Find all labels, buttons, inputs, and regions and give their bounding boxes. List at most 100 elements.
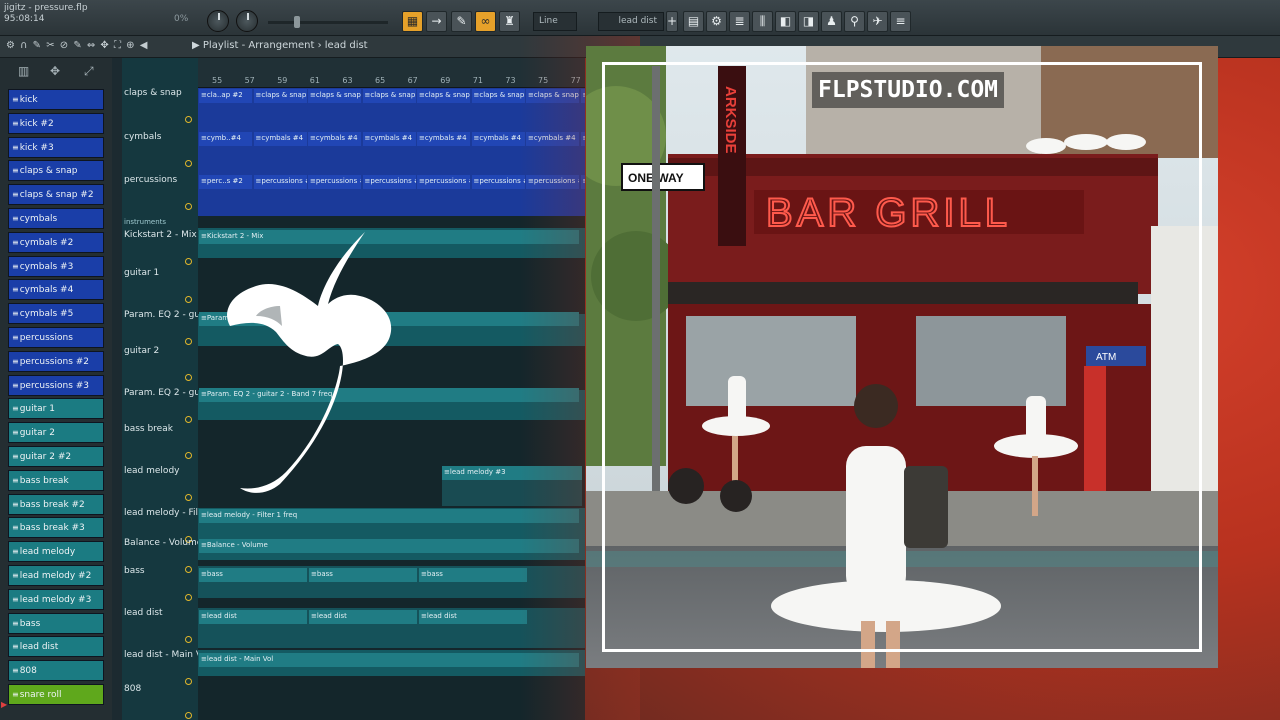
track-power-dot[interactable] [185,636,192,643]
pattern-item[interactable]: cymbals #2 [8,231,104,253]
track-power-dot[interactable] [185,296,192,303]
snap-mode-dropdown[interactable]: Line [533,12,577,31]
move-tool-icon[interactable]: ✥ [50,64,60,78]
help-icon[interactable]: ♟ [821,11,842,32]
playlist-tool-icons[interactable]: ⚙ ∩ ✎ ✂ ⊘ ✎ ⇔ ✥ ⛶ ⊕ ◀ [6,40,148,51]
playlist-clip[interactable]: lead dist [419,610,527,624]
pattern-item[interactable]: bass break #2 [8,493,104,515]
master-volume-knob[interactable] [207,10,229,32]
pattern-item[interactable]: percussions [8,327,104,348]
pattern-item[interactable]: guitar 1 [8,398,104,420]
slider-thumb[interactable] [294,16,300,28]
playlist-clip[interactable]: percussions #2 [308,175,361,189]
link-icon[interactable]: ∞ [475,11,496,32]
track-power-dot[interactable] [185,160,192,167]
pattern-item[interactable]: guitar 2 [8,422,104,444]
playlist-clip[interactable]: lead dist [309,610,417,624]
pencil-icon[interactable]: ✎ [451,11,472,32]
track-label[interactable]: 808 [124,684,198,694]
playlist-clip[interactable]: perc..s #2 [199,175,252,189]
pattern-item[interactable]: bass break [8,469,104,491]
track-label[interactable]: Kickstart 2 - Mix [124,230,198,240]
playlist-clip[interactable]: cymbals #4 [417,132,470,146]
pattern-item[interactable]: bass [8,612,104,634]
playlist-clip[interactable]: percussions #2 [471,175,525,189]
piano-roll-icon[interactable]: ▤ [683,11,704,32]
pattern-item[interactable]: 808 [8,660,104,682]
pattern-item[interactable]: cymbals #5 [8,303,104,325]
track-label[interactable]: bass break [124,424,198,434]
pattern-item[interactable]: cymbals #4 [8,279,104,301]
track-label[interactable]: percussions [124,175,198,185]
pattern-item[interactable]: lead melody [8,541,104,563]
track-label[interactable]: guitar 1 [124,268,198,278]
playlist-clip[interactable]: percussions #2 [362,175,416,189]
mixer-icon[interactable]: ⫼ [752,11,773,32]
track-power-dot[interactable] [185,712,192,719]
playlist-clip[interactable]: cymbals #4 [362,132,416,146]
track-power-dot[interactable] [185,203,192,210]
playlist-clip[interactable]: claps & snap #2 [253,89,307,103]
playlist-clip[interactable]: claps & snap #2 [308,89,361,103]
track-label[interactable]: instruments [124,218,198,226]
track-label[interactable]: guitar 2 [124,346,198,356]
pattern-item[interactable]: kick [8,89,104,110]
browser-icon[interactable]: ◧ [775,11,796,32]
playlist-clip[interactable]: percussions #2 [417,175,470,189]
master-pitch-knob[interactable] [236,10,258,32]
playlist-clip[interactable]: claps & snap #2 [362,89,416,103]
track-power-dot[interactable] [185,452,192,459]
tempo-slider[interactable] [268,16,388,28]
track-label[interactable]: bass [124,566,198,576]
track-label[interactable]: claps & snap [124,88,198,98]
playlist-clip[interactable]: claps & snap #2 [471,89,525,103]
plugin-icon[interactable]: ◨ [798,11,819,32]
pattern-item[interactable]: cymbals [8,208,104,229]
channel-rack-icon[interactable]: ⚙ [706,11,727,32]
track-label[interactable]: Param. EQ 2 - guit.. [124,310,198,320]
playlist-clip[interactable]: cymbals #4 [253,132,307,146]
pattern-item[interactable]: bass break #3 [8,517,104,539]
track-power-dot[interactable] [185,116,192,123]
playlist-clip[interactable]: bass [199,568,307,582]
pattern-item[interactable]: kick #3 [8,136,104,158]
arrow-right-icon[interactable]: → [426,11,447,32]
pattern-item[interactable]: percussions #2 [8,350,104,372]
track-power-dot[interactable] [185,416,192,423]
track-label[interactable]: Param. EQ 2 - guit.. [124,388,198,398]
track-label[interactable]: lead dist - Main Vol [124,650,198,660]
playlist-clip[interactable]: cla..ap #2 [199,89,252,103]
pattern-item[interactable]: claps & snap #2 [8,184,104,206]
playlist-clip[interactable]: claps & snap #2 [417,89,470,103]
track-label[interactable]: lead melody - Filt.. [124,508,198,518]
pattern-item[interactable]: lead melody #2 [8,565,104,586]
menu-icon[interactable]: ≡ [890,11,911,32]
playlist-clip[interactable]: bass [419,568,527,582]
track-label[interactable]: cymbals [124,132,198,142]
pattern-item[interactable]: percussions #3 [8,374,104,396]
microphone-icon[interactable]: ⚲ [844,11,865,32]
track-label[interactable]: lead melody [124,466,198,476]
browser-tool-icon[interactable]: ▥ [18,64,29,78]
add-pattern-icon[interactable]: + [666,11,678,32]
track-label[interactable]: Balance - Volume [124,538,198,548]
pattern-item[interactable]: snare roll [8,684,104,705]
pattern-item[interactable]: lead melody #3 [8,588,104,610]
zoom-tool-icon[interactable]: ⤢ [84,64,94,79]
playlist-clip[interactable]: cymbals #4 [471,132,525,146]
wait-record-button[interactable]: ▦ [402,11,423,32]
playlist-clip[interactable]: lead dist [199,610,307,624]
playlist-icon[interactable]: ≣ [729,11,750,32]
track-power-dot[interactable] [185,594,192,601]
track-power-dot[interactable] [185,338,192,345]
tool-icon[interactable]: ✈ [867,11,888,32]
playlist-clip[interactable]: cymb..#4 [199,132,252,146]
pattern-item[interactable]: claps & snap [8,160,104,182]
pattern-item[interactable]: kick #2 [8,112,104,134]
playlist-clip[interactable]: percussions #2 [253,175,307,189]
stamp-icon[interactable]: ♜ [499,11,520,32]
pattern-selector[interactable]: lead dist [598,12,664,31]
pattern-item[interactable]: cymbals #3 [8,255,104,277]
track-power-dot[interactable] [185,374,192,381]
track-power-dot[interactable] [185,494,192,501]
